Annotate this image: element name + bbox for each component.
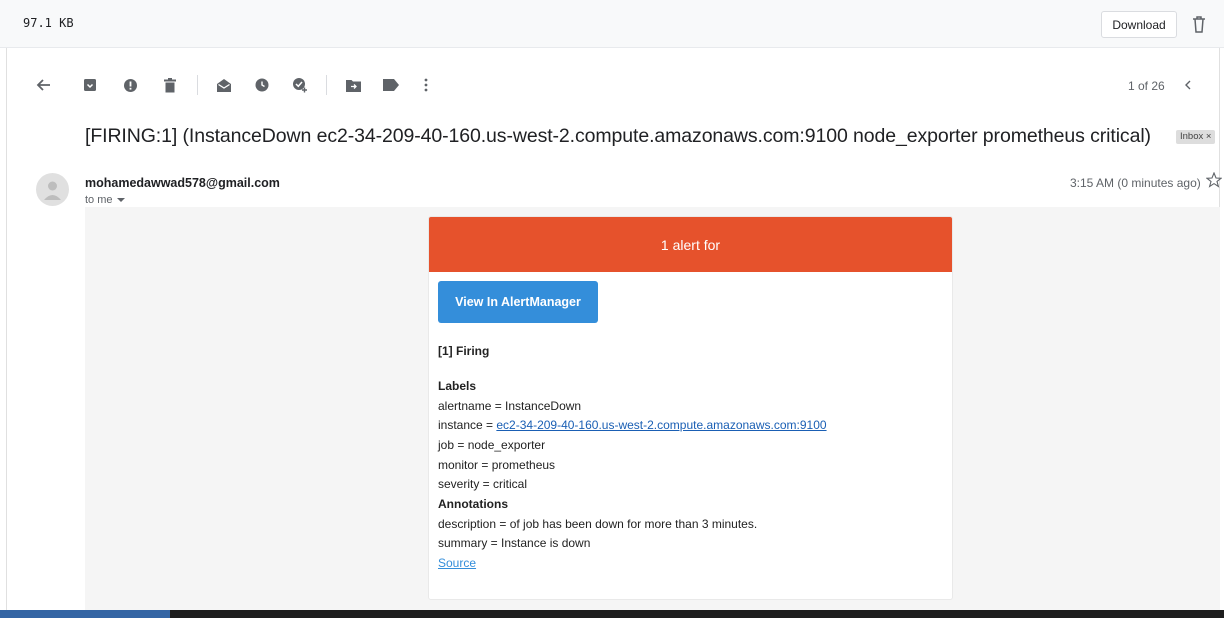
annotations-heading: Annotations [438, 497, 508, 511]
inbox-label-chip[interactable]: Inbox × [1176, 130, 1216, 144]
file-size: 97.1 KB [23, 16, 74, 30]
alert-card: 1 alert for View In AlertManager [1] Fir… [428, 216, 953, 600]
firing-heading: [1] Firing [438, 344, 490, 358]
more-vert-icon[interactable] [416, 75, 436, 95]
sender-email[interactable]: mohamedawwad578@gmail.com [85, 176, 280, 190]
move-to-icon[interactable] [343, 75, 363, 95]
delete-icon[interactable] [160, 75, 180, 95]
label-icon[interactable] [381, 75, 401, 95]
recipient-label: to me [85, 194, 113, 206]
source-link[interactable]: Source [438, 556, 476, 570]
report-spam-icon[interactable] [120, 75, 140, 95]
add-task-icon[interactable] [290, 75, 310, 95]
email-subject: [FIRING:1] (InstanceDown ec2-34-209-40-1… [85, 125, 1151, 147]
pager-count: 1 of 26 [1128, 79, 1165, 93]
download-button[interactable]: Download [1101, 11, 1177, 38]
taskbar-active-item[interactable] [0, 610, 170, 618]
instance-link[interactable]: ec2-34-209-40-160.us-west-2.compute.amaz… [496, 418, 826, 432]
toolbar-divider [197, 75, 198, 95]
label-instance: instance = ec2-34-209-40-160.us-west-2.c… [438, 418, 827, 432]
back-arrow-icon[interactable] [34, 75, 54, 95]
os-taskbar [0, 610, 1224, 618]
message-time: 3:15 AM (0 minutes ago) [1070, 176, 1201, 190]
chevron-left-icon[interactable] [1180, 76, 1196, 94]
labels-heading: Labels [438, 379, 477, 393]
avatar [36, 173, 69, 206]
label-job: job = node_exporter [438, 438, 546, 452]
annotation-summary: summary = Instance is down [438, 536, 591, 550]
label-severity: severity = critical [438, 477, 528, 491]
star-icon[interactable] [1206, 172, 1222, 188]
file-bar: 97.1 KB Download [0, 0, 1224, 48]
archive-icon[interactable] [80, 75, 100, 95]
chevron-down-icon [116, 198, 125, 203]
label-alertname: alertname = InstanceDown [438, 399, 582, 413]
trash-icon[interactable] [1190, 14, 1208, 34]
annotation-description: description = of job has been down for m… [438, 517, 758, 531]
instance-prefix: instance = [438, 418, 497, 432]
label-monitor: monitor = prometheus [438, 458, 556, 472]
alert-header: 1 alert for [429, 217, 952, 272]
snooze-icon[interactable] [252, 75, 272, 95]
view-in-alertmanager-button[interactable]: View In AlertManager [438, 281, 598, 323]
recipient-line[interactable]: to me [85, 194, 125, 206]
mark-unread-icon[interactable] [214, 75, 234, 95]
toolbar-divider [326, 75, 327, 95]
